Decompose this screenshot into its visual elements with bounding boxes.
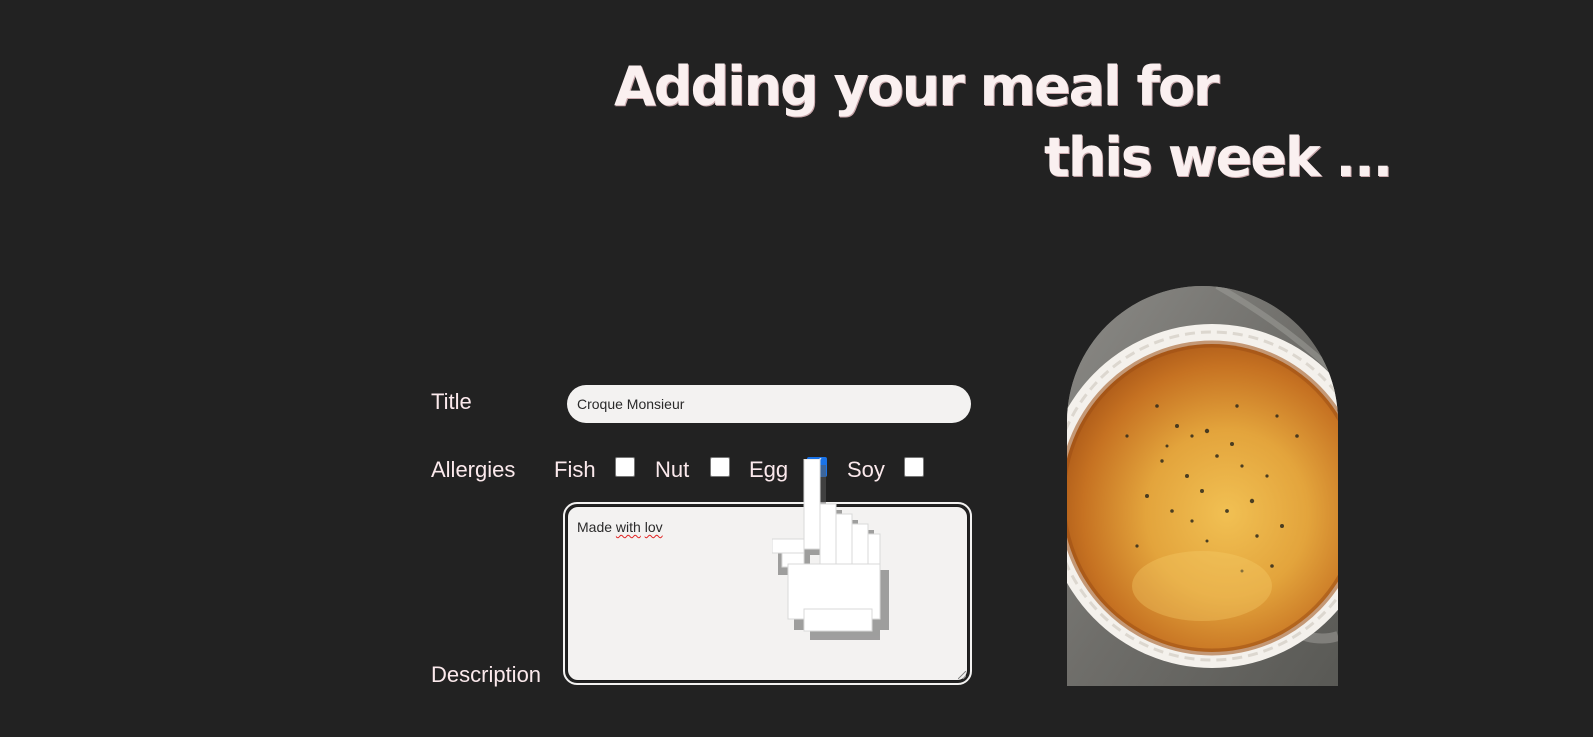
title-label: Title — [431, 389, 472, 414]
description-text-misspelled-word: lov — [644, 519, 663, 535]
description-label: Description — [431, 662, 542, 687]
description-textarea[interactable]: Made with lov — [567, 506, 968, 681]
allergies-label: Allergies — [431, 457, 516, 482]
allergy-checkbox-egg[interactable]: ✓ — [807, 454, 827, 477]
description-text-prefix: Made — [577, 519, 616, 535]
meal-image — [1067, 286, 1338, 686]
description-text-misspelled-word: with — [615, 519, 641, 535]
allergy-checkbox-nut[interactable] — [710, 457, 730, 477]
page-title-line-1: Adding your meal for — [614, 55, 1220, 118]
allergy-label-egg: Egg — [749, 457, 789, 482]
allergy-checkbox-fish[interactable] — [615, 457, 635, 477]
allergy-label-fish: Fish — [554, 457, 596, 482]
quiche-illustration — [1067, 286, 1338, 686]
resize-handle-icon[interactable] — [958, 671, 966, 679]
page-title-line-2: this week ... — [1044, 126, 1393, 189]
checkmark-icon: ✓ — [810, 454, 825, 474]
title-input[interactable] — [567, 385, 971, 423]
allergy-checkbox-soy[interactable] — [904, 457, 924, 477]
allergy-label-nut: Nut — [655, 457, 690, 482]
description-field[interactable]: Made with lov — [563, 502, 972, 685]
allergy-label-soy: Soy — [847, 457, 885, 482]
